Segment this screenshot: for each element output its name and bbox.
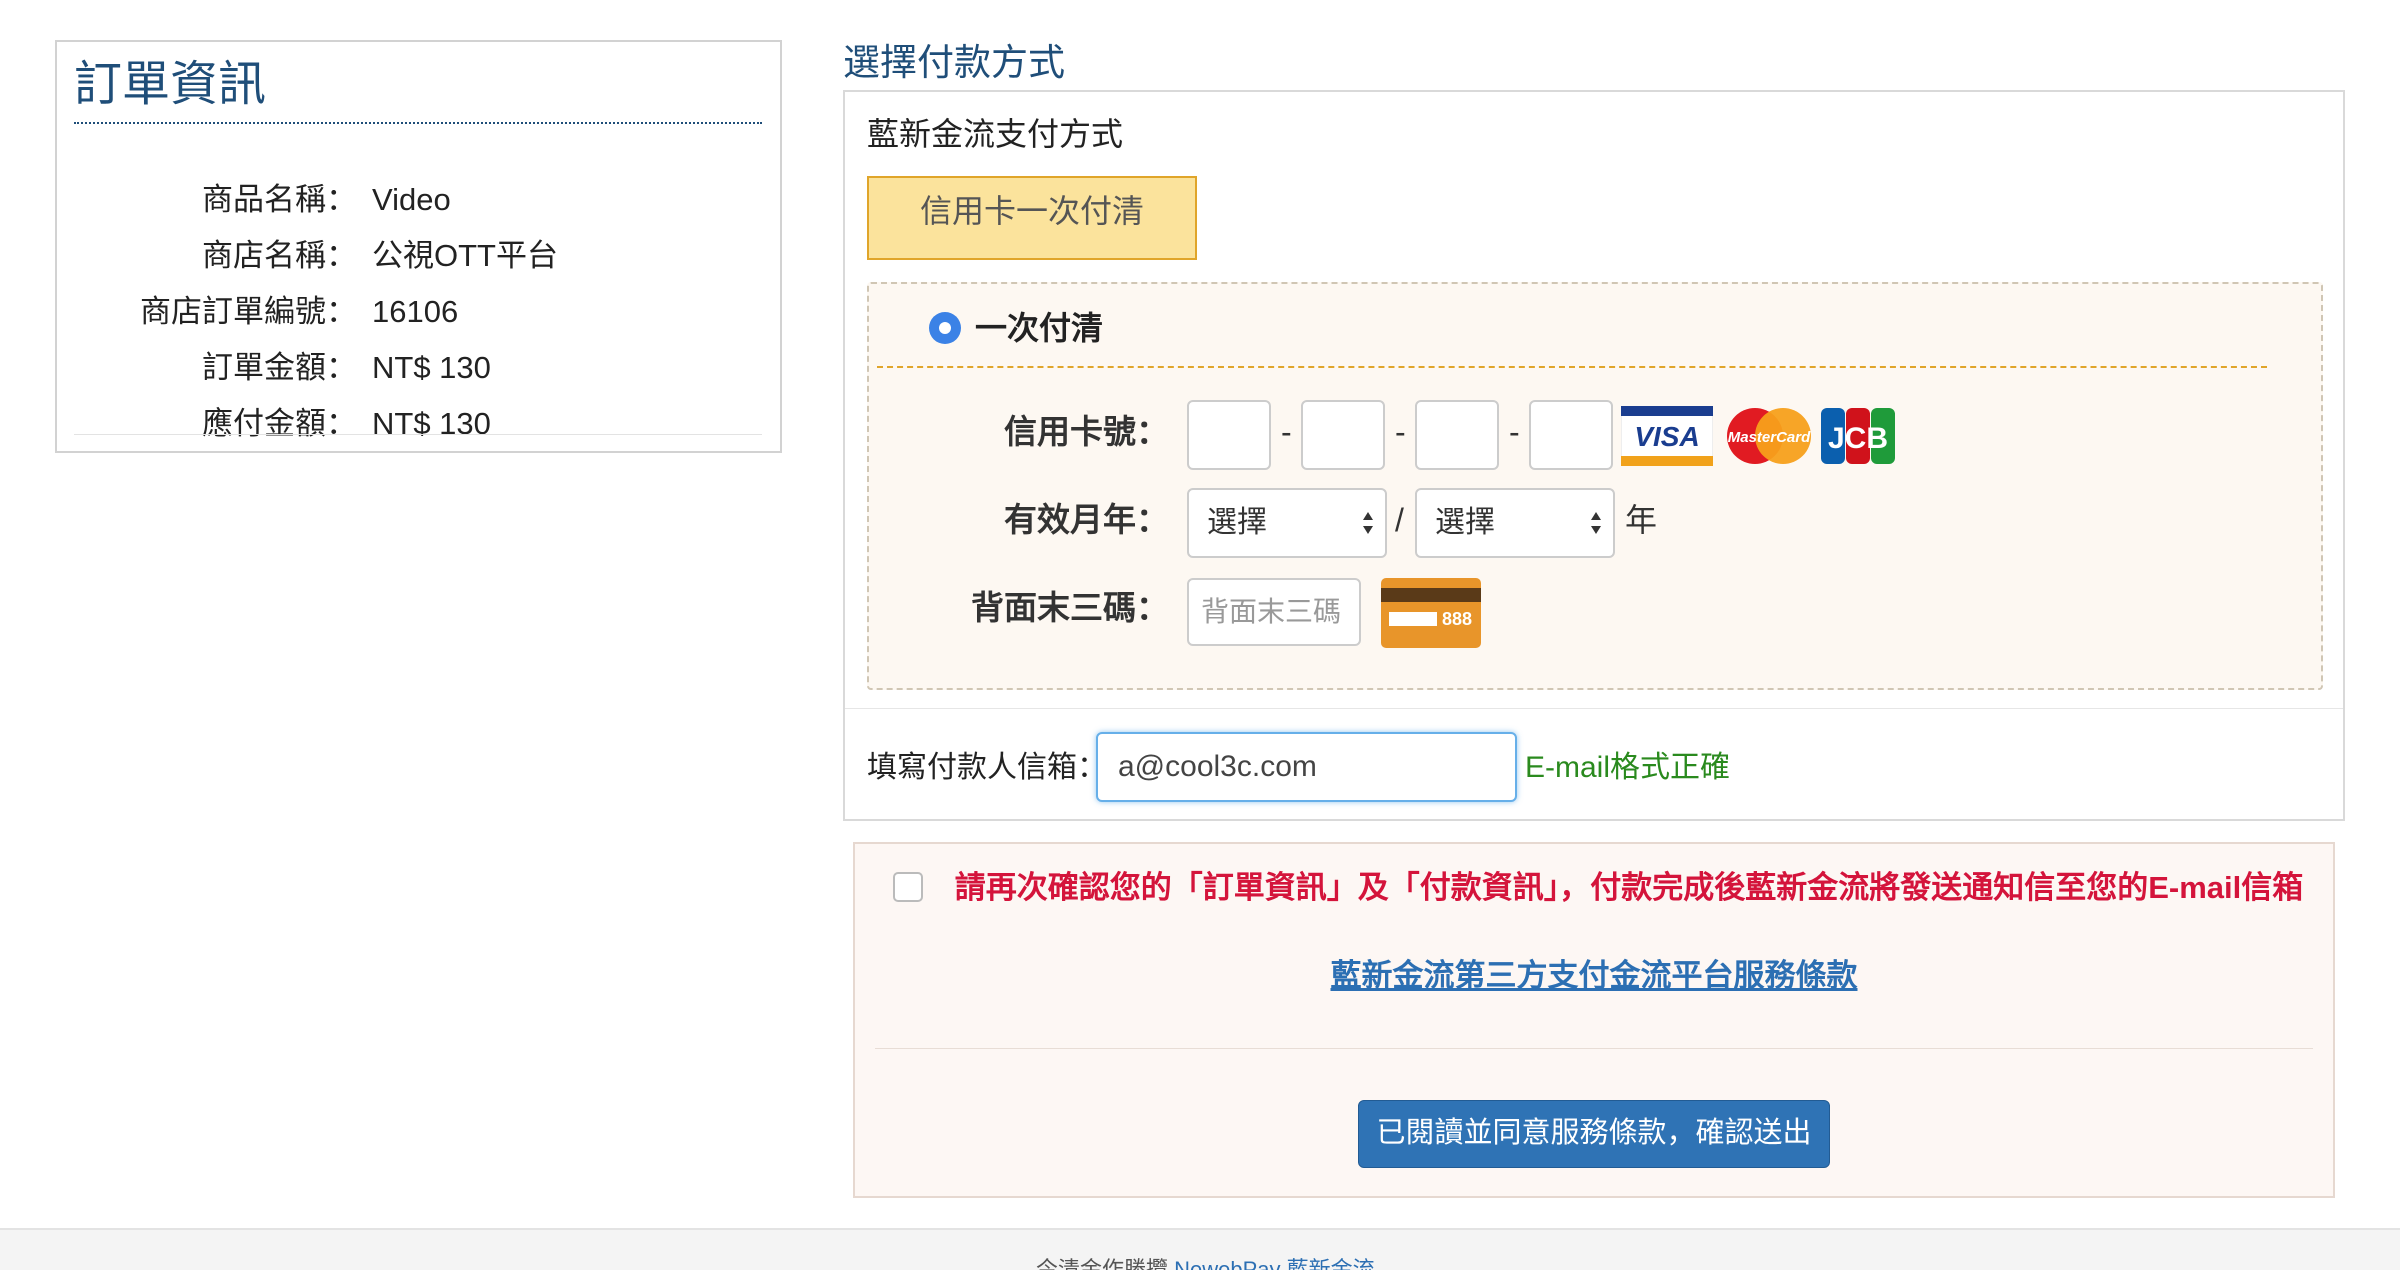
order-row-product: 商品名稱： Video [57,178,451,222]
order-label: 商品名稱： [202,182,357,217]
card-number-input-1[interactable] [1187,400,1271,470]
radio-selected-icon[interactable] [929,312,961,344]
expiry-label: 有效月年： [1004,501,1169,538]
confirm-notice: 請再次確認您的「訂單資訊」及「付款資訊」，付款完成後藍新金流將發送通知信至您的E… [954,870,2304,905]
select-value: 選擇 [1435,506,1495,539]
order-label: 商店名稱： [202,238,357,273]
payment-subheading: 藍新金流支付方式 [867,116,1124,152]
jcb-logo-text: JCB [1828,422,1888,455]
jcb-logo-icon: JCB [1821,408,1895,464]
expiry-year-select[interactable]: 選擇 [1415,488,1615,558]
payment-heading: 選擇付款方式 [843,42,1065,83]
expiry-separator: / [1395,502,1404,538]
mastercard-logo-icon: MasterCard [1727,408,1811,464]
footer: 今清金作勝攬 NewebPay 藍新金流 [0,1228,2400,1270]
order-row-store: 商店名稱： 公視OTT平台 [57,234,558,278]
select-value: 選擇 [1207,506,1267,539]
divider [877,366,2267,368]
select-arrows-icon [1591,512,1601,534]
terms-link-text[interactable]: 藍新金流第三方支付金流平台服務條款 [1331,958,1858,993]
submit-button[interactable]: 已閱讀並同意服務條款，確認送出 [1358,1100,1830,1168]
confirm-checkbox[interactable] [893,872,923,902]
payment-box: 藍新金流支付方式 信用卡一次付清 一次付清 信用卡號： - - - VISA M… [843,90,2345,821]
visa-logo-text: VISA [1634,421,1699,452]
visa-logo-icon: VISA [1621,406,1713,466]
footer-brand-link[interactable]: NewebPay 藍新金流 [1174,1257,1375,1270]
expiry-month-select[interactable]: 選擇 [1187,488,1387,558]
card-back-cvc-icon: 888 [1381,578,1481,648]
divider [845,708,2343,709]
select-arrows-icon [1363,512,1373,534]
card-number-separator: - [1281,414,1292,450]
tab-credit-card-one-time[interactable]: 信用卡一次付清 [867,176,1197,260]
email-label: 填寫付款人信箱： [867,751,1107,784]
card-number-input-2[interactable] [1301,400,1385,470]
divider [74,434,762,435]
credit-card-form: 一次付清 信用卡號： - - - VISA MasterCard JCB 有效月… [867,282,2323,690]
order-row-payable: 應付金額： NT$ 130 [57,402,491,446]
tab-label: 信用卡一次付清 [919,193,1144,229]
card-number-separator: - [1509,414,1520,450]
order-value: NT$ 130 [372,350,491,385]
footer-prefix: 今清金作勝攬 [1036,1257,1169,1270]
order-value: 公視OTT平台 [372,238,558,273]
card-number-label: 信用卡號： [1004,413,1169,450]
year-suffix: 年 [1625,502,1658,538]
order-row-order-number: 商店訂單編號： 16106 [57,290,458,334]
option-label: 一次付清 [975,310,1104,346]
order-row-amount: 訂單金額： NT$ 130 [57,346,491,390]
confirm-panel: 請再次確認您的「訂單資訊」及「付款資訊」，付款完成後藍新金流將發送通知信至您的E… [853,842,2335,1198]
order-value: NT$ 130 [372,406,491,441]
order-value: Video [372,182,451,217]
order-label: 商店訂單編號： [140,294,357,329]
card-number-input-4[interactable] [1529,400,1613,470]
order-info-panel: 訂單資訊 商品名稱： Video 商店名稱： 公視OTT平台 商店訂單編號： 1… [55,40,782,453]
terms-link: 藍新金流第三方支付金流平台服務條款 [855,954,2333,998]
order-label: 應付金額： [202,406,357,441]
cvc-card-text: 888 [1442,609,1472,629]
email-input[interactable]: a@cool3c.com [1096,732,1517,802]
order-label: 訂單金額： [202,350,357,385]
cvc-label: 背面末三碼： [971,589,1169,626]
card-number-separator: - [1395,414,1406,450]
cvc-input[interactable]: 背面末三碼 [1187,578,1361,646]
card-number-input-3[interactable] [1415,400,1499,470]
order-value: 16106 [372,294,459,329]
order-info-title: 訂單資訊 [74,54,762,124]
footer-text: 今清金作勝攬 NewebPay 藍新金流 [1036,1252,1375,1270]
mastercard-logo-text: MasterCard [1728,429,1811,446]
email-status: E-mail格式正確 [1525,751,1731,784]
divider [875,1048,2313,1049]
